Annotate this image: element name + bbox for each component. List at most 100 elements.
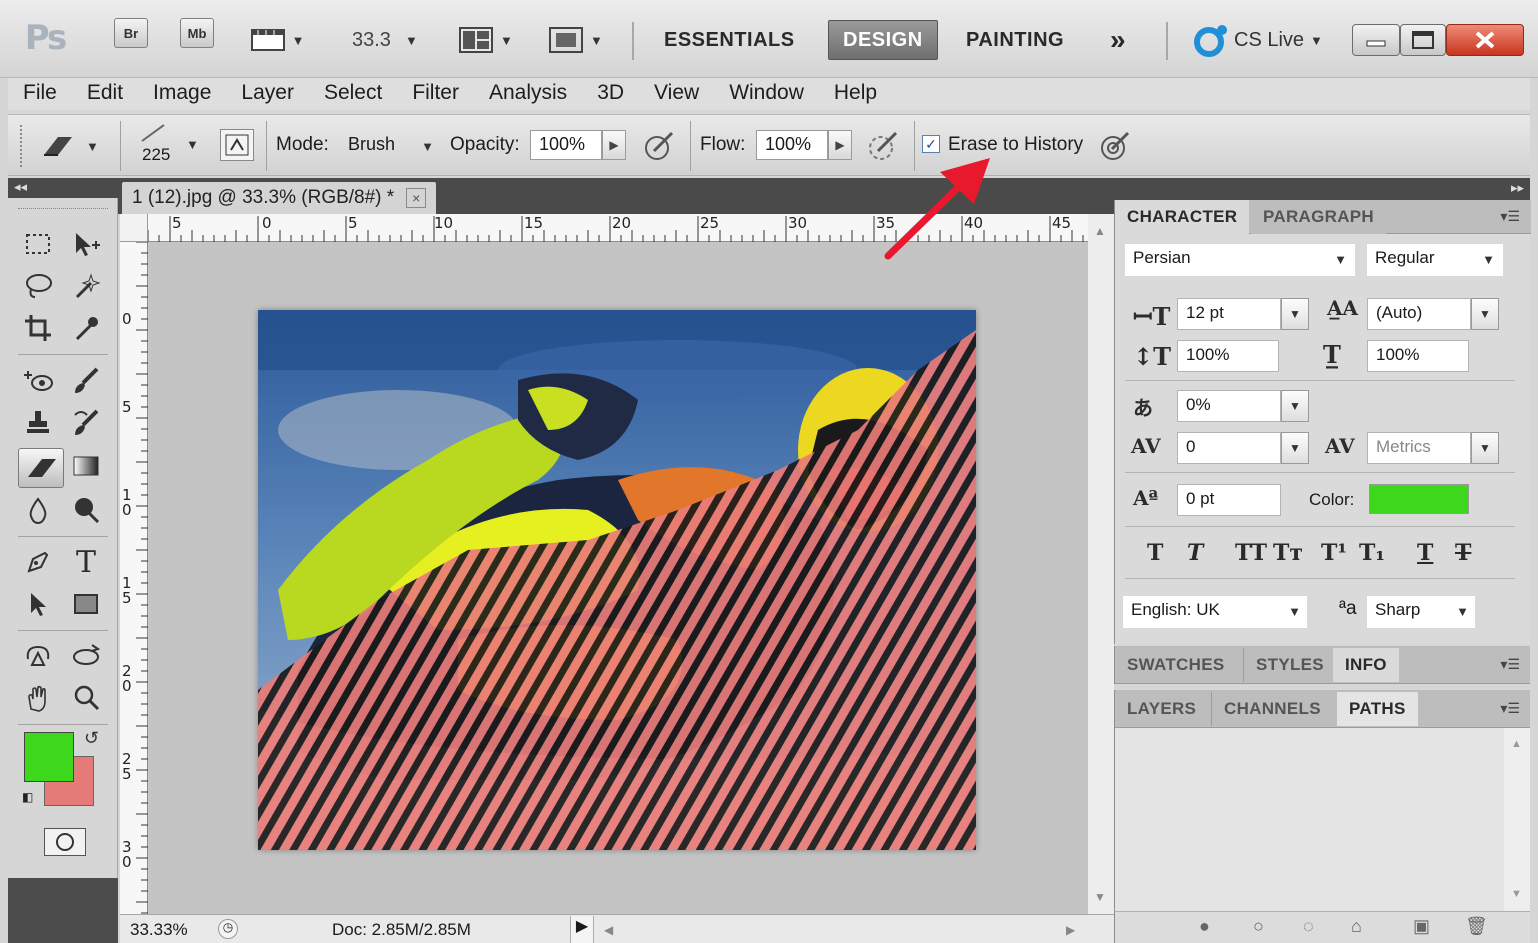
brush-panel-toggle[interactable]	[220, 129, 254, 161]
new-path-icon[interactable]: ▣	[1413, 916, 1430, 937]
close-window-button[interactable]	[1446, 24, 1524, 56]
baseline-shift-input[interactable]: 0 pt	[1177, 484, 1281, 516]
quick-mask-button[interactable]	[44, 828, 86, 856]
pen-tool[interactable]	[18, 544, 58, 580]
menu-edit[interactable]: Edit	[72, 78, 138, 110]
panel-dock-header[interactable]: ▸▸	[1114, 178, 1530, 200]
tracking-input[interactable]: Metrics	[1367, 432, 1471, 464]
opacity-slider-button[interactable]: ▶	[602, 130, 626, 160]
flow-input[interactable]: 100%	[756, 130, 828, 160]
document-image[interactable]	[258, 310, 976, 850]
font-size-input[interactable]: 12 pt	[1177, 298, 1281, 330]
toolbox-header[interactable]: ◂◂	[8, 178, 118, 198]
panel-menu-icon[interactable]: ▾☰	[1500, 208, 1520, 225]
collapse-toolbox-icon[interactable]: ◂◂	[14, 179, 27, 195]
leading-dropdown[interactable]: ▼	[1471, 298, 1499, 330]
panel-menu-icon[interactable]: ▾☰	[1500, 656, 1520, 673]
more-workspaces-button[interactable]: »	[1110, 20, 1126, 60]
eraser-tool[interactable]	[18, 448, 64, 488]
dodge-tool[interactable]	[66, 492, 106, 528]
clone-stamp-tool[interactable]	[18, 404, 58, 440]
crop-tool[interactable]	[18, 310, 58, 346]
language-select[interactable]: English: UK ▼	[1123, 596, 1307, 628]
arrange-documents-dropdown[interactable]: ▼	[458, 24, 513, 56]
history-brush-tool[interactable]	[66, 404, 106, 440]
brush-preset-picker[interactable]: 225	[138, 121, 170, 165]
menu-layer[interactable]: Layer	[226, 78, 309, 110]
status-menu-arrow[interactable]: ▶	[570, 916, 594, 943]
paths-panel-list[interactable]: ▲ ▼	[1114, 728, 1530, 911]
minimize-button[interactable]	[1352, 24, 1400, 56]
paths-scrollbar[interactable]: ▲ ▼	[1504, 728, 1530, 911]
fill-path-icon[interactable]: ●	[1199, 916, 1210, 937]
scroll-up-arrow[interactable]: ▲	[1511, 738, 1522, 750]
default-colors-icon[interactable]: ◧	[22, 790, 33, 804]
menu-analysis[interactable]: Analysis	[474, 78, 582, 110]
rectangle-tool[interactable]	[66, 586, 106, 622]
small-caps-button[interactable]: Tᴛ	[1273, 540, 1303, 566]
kerning-dropdown[interactable]: ▼	[1281, 432, 1309, 464]
tab-layers[interactable]: LAYERS	[1115, 692, 1209, 726]
hand-tool[interactable]	[18, 680, 58, 716]
tracking-dropdown[interactable]: ▼	[1471, 432, 1499, 464]
kerning-input[interactable]: 0	[1177, 432, 1281, 464]
tab-swatches[interactable]: SWATCHES	[1115, 648, 1237, 682]
scroll-down-arrow[interactable]: ▼	[1094, 890, 1106, 904]
workspace-essentials[interactable]: ESSENTIALS	[664, 20, 795, 60]
tab-character[interactable]: CHARACTER	[1115, 200, 1249, 234]
scroll-left-arrow[interactable]: ◀	[604, 923, 613, 937]
zoom-level-dropdown[interactable]: 33.3 ▼	[352, 24, 418, 56]
leading-input[interactable]: (Auto)	[1367, 298, 1471, 330]
toolbox-grip[interactable]	[18, 208, 108, 209]
delete-path-icon[interactable]: 🗑	[1465, 916, 1488, 937]
stroke-path-icon[interactable]: ○	[1253, 916, 1264, 937]
menu-file[interactable]: File	[8, 78, 72, 110]
make-work-path-icon[interactable]: ⌂	[1351, 916, 1362, 937]
options-grip[interactable]	[20, 125, 24, 167]
gradient-tool[interactable]	[66, 448, 106, 484]
swap-colors-icon[interactable]: ↺	[84, 728, 99, 749]
type-tool[interactable]: T	[66, 544, 106, 580]
tablet-pressure-size-button[interactable]	[1098, 129, 1132, 163]
menu-3d[interactable]: 3D	[582, 78, 639, 110]
faux-italic-button[interactable]: T	[1187, 540, 1203, 566]
underline-button[interactable]: T	[1417, 540, 1433, 566]
zoom-tool[interactable]	[66, 680, 106, 716]
antialias-select[interactable]: Sharp ▼	[1367, 596, 1475, 628]
move-tool[interactable]	[66, 226, 106, 262]
font-family-select[interactable]: Persian ▼	[1125, 244, 1355, 276]
3d-rotate-tool[interactable]	[18, 638, 58, 674]
tab-paragraph[interactable]: PARAGRAPH	[1251, 200, 1387, 234]
panel-menu-icon[interactable]: ▾☰	[1500, 700, 1520, 717]
close-document-button[interactable]: ×	[406, 188, 427, 208]
brush-tool[interactable]	[66, 362, 106, 398]
scroll-right-arrow[interactable]: ▶	[1066, 923, 1075, 937]
status-info-icon[interactable]: ◷	[218, 919, 238, 939]
horizontal-scale-input[interactable]: 100%	[1367, 340, 1469, 372]
tsume-input[interactable]: 0%	[1177, 390, 1281, 422]
menu-view[interactable]: View	[639, 78, 714, 110]
path-selection-tool[interactable]	[18, 586, 58, 622]
superscript-button[interactable]: T¹	[1321, 540, 1347, 566]
mode-select[interactable]: Brush ▼	[340, 131, 440, 161]
cs-live-menu[interactable]: CS Live ▼	[1192, 22, 1323, 58]
minibridge-button[interactable]: Mb	[180, 18, 214, 48]
opacity-input[interactable]: 100%	[530, 130, 602, 160]
tsume-dropdown[interactable]: ▼	[1281, 390, 1309, 422]
spot-healing-brush-tool[interactable]	[18, 362, 58, 398]
menu-image[interactable]: Image	[138, 78, 226, 110]
ruler-origin[interactable]	[120, 214, 148, 242]
text-color-swatch[interactable]	[1369, 484, 1469, 514]
workspace-painting[interactable]: PAINTING	[966, 20, 1064, 60]
vertical-scrollbar[interactable]: ▲ ▼	[1088, 214, 1114, 914]
foreground-color-swatch[interactable]	[24, 732, 74, 782]
subscript-button[interactable]: T₁	[1359, 540, 1385, 566]
vertical-scale-input[interactable]: 100%	[1177, 340, 1279, 372]
font-size-dropdown[interactable]: ▼	[1281, 298, 1309, 330]
document-tab[interactable]: 1 (12).jpg @ 33.3% (RGB/8#) * ×	[122, 182, 437, 214]
strikethrough-button[interactable]: T	[1455, 540, 1471, 566]
status-zoom-value[interactable]: 33.33%	[130, 920, 188, 940]
collapse-panels-icon[interactable]: ▸▸	[1511, 180, 1524, 196]
screen-mode-dropdown[interactable]: ▼	[548, 24, 603, 56]
brush-size-dropdown-arrow[interactable]: ▼	[186, 137, 199, 152]
